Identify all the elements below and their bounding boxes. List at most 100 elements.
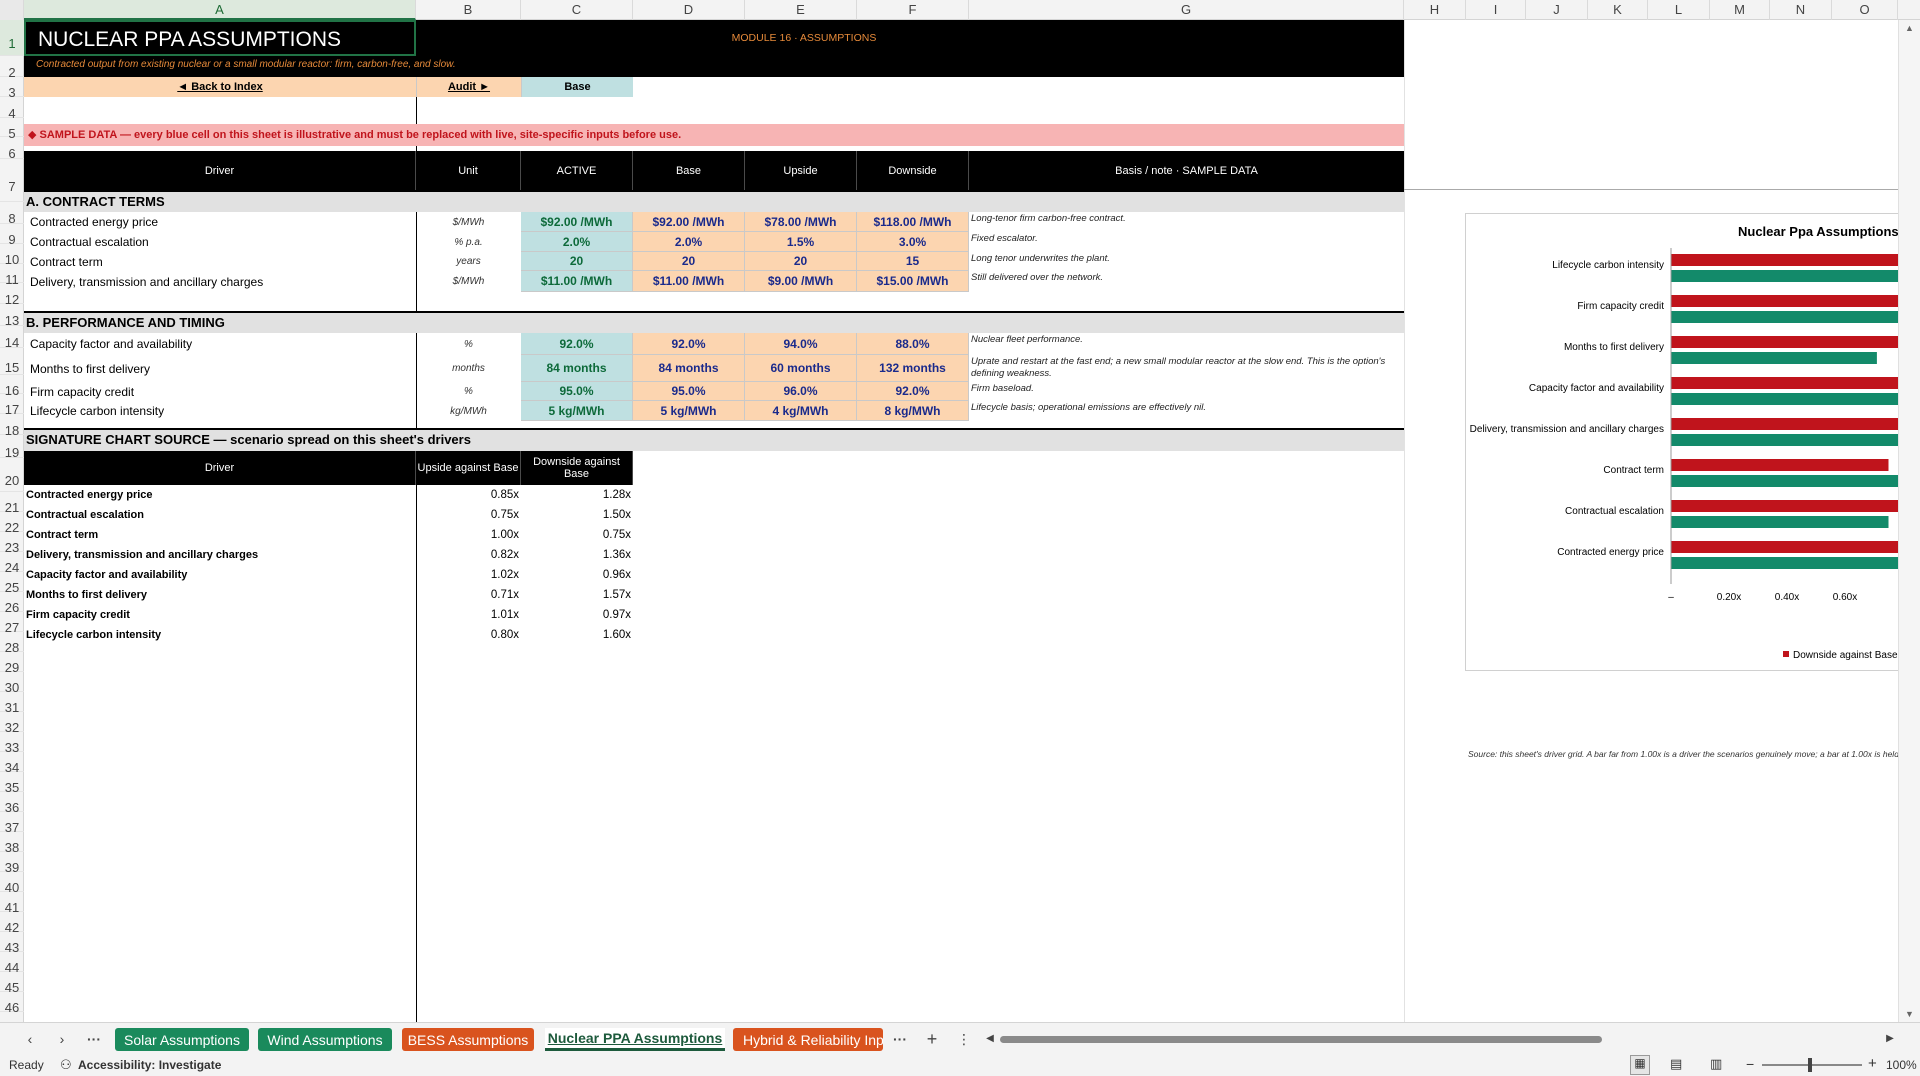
- sig-downside-value[interactable]: 1.60x: [521, 625, 633, 645]
- row-header[interactable]: 13: [0, 304, 24, 328]
- row-header[interactable]: 29: [0, 652, 24, 675]
- vertical-scrollbar[interactable]: ▲ ▼: [1898, 20, 1920, 1022]
- upside-value-cell[interactable]: $9.00 /MWh: [745, 271, 857, 292]
- sig-upside-value[interactable]: 0.71x: [416, 585, 521, 605]
- row-header[interactable]: 11: [0, 264, 24, 287]
- driver-unit[interactable]: years: [416, 252, 521, 271]
- row-header[interactable]: 30: [0, 672, 24, 695]
- col-header-d[interactable]: D: [633, 0, 745, 20]
- sig-upside-value[interactable]: 1.01x: [416, 605, 521, 625]
- prev-sheet-icon[interactable]: ‹: [20, 1029, 40, 1049]
- sig-downside-value[interactable]: 1.50x: [521, 505, 633, 525]
- row-header[interactable]: 16: [0, 375, 24, 398]
- sig-upside-value[interactable]: 0.80x: [416, 625, 521, 645]
- driver-label[interactable]: Delivery, transmission and ancillary cha…: [24, 271, 416, 292]
- row-header[interactable]: 12: [0, 283, 24, 307]
- driver-unit[interactable]: $/MWh: [416, 212, 521, 232]
- sig-upside-value[interactable]: 0.85x: [416, 485, 521, 505]
- col-header-a[interactable]: A: [24, 0, 416, 20]
- row-header[interactable]: 1: [0, 20, 24, 56]
- row-header[interactable]: 33: [0, 732, 24, 755]
- tab-bess-assumptions[interactable]: BESS Assumptions: [402, 1028, 534, 1051]
- row-header[interactable]: 8: [0, 202, 24, 226]
- row-header[interactable]: 2: [0, 56, 24, 80]
- row-header[interactable]: 21: [0, 492, 24, 515]
- row-header[interactable]: 7: [0, 159, 24, 202]
- downside-value-cell[interactable]: 132 months: [857, 355, 969, 382]
- upside-value-cell[interactable]: 60 months: [745, 355, 857, 382]
- hscroll-left-icon[interactable]: ◀: [980, 1029, 1000, 1049]
- col-header-f[interactable]: F: [857, 0, 969, 20]
- sig-downside-value[interactable]: 0.96x: [521, 565, 633, 585]
- tab-solar-assumptions[interactable]: Solar Assumptions: [115, 1028, 249, 1051]
- active-value-cell[interactable]: 20: [521, 252, 633, 271]
- sig-downside-value[interactable]: 1.57x: [521, 585, 633, 605]
- scroll-up-icon[interactable]: ▲: [1905, 23, 1914, 33]
- page-break-view-icon[interactable]: ▥: [1710, 1056, 1722, 1072]
- row-header[interactable]: 3: [0, 77, 24, 100]
- base-value-cell[interactable]: 20: [633, 252, 745, 271]
- sig-downside-value[interactable]: 0.97x: [521, 605, 633, 625]
- basis-note[interactable]: Still delivered over the network.: [971, 271, 1401, 292]
- upside-value-cell[interactable]: 1.5%: [745, 232, 857, 252]
- basis-note[interactable]: Lifecycle basis; operational emissions a…: [971, 401, 1401, 421]
- driver-label[interactable]: Months to first delivery: [24, 355, 416, 382]
- row-header[interactable]: 27: [0, 612, 24, 635]
- row-header[interactable]: 24: [0, 552, 24, 575]
- active-value-cell[interactable]: $11.00 /MWh: [521, 271, 633, 292]
- sig-upside-value[interactable]: 1.00x: [416, 525, 521, 545]
- sig-downside-value[interactable]: 1.28x: [521, 485, 633, 505]
- back-to-index-link[interactable]: ◄ Back to Index: [24, 77, 416, 97]
- next-sheet-icon[interactable]: ›: [52, 1029, 72, 1049]
- sig-driver-label[interactable]: Months to first delivery: [24, 585, 416, 605]
- base-value-cell[interactable]: 95.0%: [633, 382, 745, 401]
- col-header-g[interactable]: G: [969, 0, 1404, 20]
- sig-upside-value[interactable]: 0.82x: [416, 545, 521, 565]
- upside-value-cell[interactable]: 96.0%: [745, 382, 857, 401]
- row-header[interactable]: 6: [0, 137, 24, 161]
- row-header[interactable]: 26: [0, 592, 24, 615]
- row-header[interactable]: 35: [0, 772, 24, 795]
- basis-note[interactable]: Firm baseload.: [971, 382, 1401, 401]
- normal-view-icon[interactable]: ▦: [1630, 1055, 1650, 1075]
- zoom-out-icon[interactable]: −: [1746, 1056, 1754, 1072]
- col-header-j[interactable]: J: [1526, 0, 1588, 20]
- sig-driver-label[interactable]: Firm capacity credit: [24, 605, 416, 625]
- row-header[interactable]: 28: [0, 632, 24, 655]
- col-header-o[interactable]: O: [1832, 0, 1898, 20]
- zoom-slider[interactable]: [1762, 1064, 1862, 1066]
- base-value-cell[interactable]: 92.0%: [633, 333, 745, 355]
- driver-unit[interactable]: kg/MWh: [416, 401, 521, 421]
- basis-note[interactable]: Long-tenor firm carbon-free contract.: [971, 212, 1401, 232]
- row-header[interactable]: 5: [0, 118, 24, 141]
- downside-value-cell[interactable]: 88.0%: [857, 333, 969, 355]
- active-value-cell[interactable]: $92.00 /MWh: [521, 212, 633, 232]
- col-header-b[interactable]: B: [416, 0, 521, 20]
- scroll-down-icon[interactable]: ▼: [1905, 1009, 1914, 1019]
- add-sheet-icon[interactable]: +: [922, 1029, 942, 1049]
- row-header[interactable]: 9: [0, 224, 24, 247]
- driver-label[interactable]: Contractual escalation: [24, 232, 416, 252]
- row-header[interactable]: 10: [0, 244, 24, 267]
- basis-note[interactable]: Uprate and restart at the fast end; a ne…: [971, 355, 1401, 382]
- row-header[interactable]: 39: [0, 852, 24, 875]
- row-header[interactable]: 4: [0, 97, 24, 121]
- scenario-spread-chart[interactable]: Nuclear Ppa Assumptions — Lifecycle carbo…: [1465, 213, 1920, 671]
- row-header[interactable]: 20: [0, 458, 24, 492]
- row-header[interactable]: 43: [0, 932, 24, 955]
- driver-label[interactable]: Contract term: [24, 252, 416, 271]
- base-value-cell[interactable]: $92.00 /MWh: [633, 212, 745, 232]
- row-header[interactable]: 45: [0, 972, 24, 995]
- driver-unit[interactable]: months: [416, 355, 521, 382]
- row-header[interactable]: 34: [0, 752, 24, 775]
- sig-driver-label[interactable]: Contract term: [24, 525, 416, 545]
- sig-driver-label[interactable]: Delivery, transmission and ancillary cha…: [24, 545, 416, 565]
- active-value-cell[interactable]: 84 months: [521, 355, 633, 382]
- basis-note[interactable]: Nuclear fleet performance.: [971, 333, 1401, 355]
- base-value-cell[interactable]: 84 months: [633, 355, 745, 382]
- col-header-l[interactable]: L: [1648, 0, 1710, 20]
- active-value-cell[interactable]: 92.0%: [521, 333, 633, 355]
- sig-upside-value[interactable]: 1.02x: [416, 565, 521, 585]
- driver-label[interactable]: Contracted energy price: [24, 212, 416, 232]
- row-header[interactable]: 22: [0, 512, 24, 535]
